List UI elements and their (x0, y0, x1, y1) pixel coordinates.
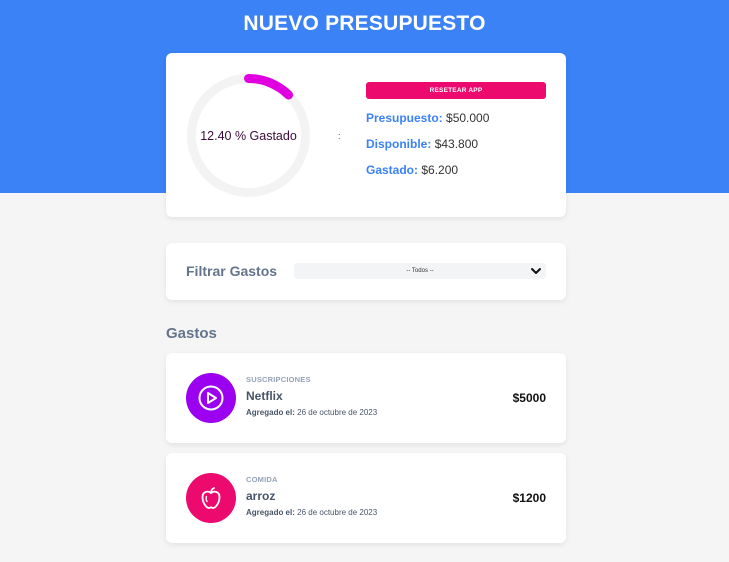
expense-item[interactable]: SUSCRIPCIONES Netflix Agregado el: 26 de… (166, 353, 566, 443)
reset-app-button[interactable]: RESETEAR APP (366, 82, 546, 99)
stat-disponible: Disponible: $43.800 (366, 137, 478, 151)
stat-presupuesto-label: Presupuesto: (366, 111, 443, 125)
stat-disponible-value: $43.800 (434, 137, 479, 151)
expense-name: Netflix (246, 389, 283, 403)
expense-amount: $5000 (512, 391, 546, 405)
expense-icon-circle (186, 473, 236, 523)
expense-date: Agregado el: 26 de octubre de 2023 (246, 408, 377, 417)
expense-category: SUSCRIPCIONES (246, 375, 311, 384)
expense-item[interactable]: COMIDA arroz Agregado el: 26 de octubre … (166, 453, 566, 543)
filter-select[interactable]: -- Todos -- (294, 263, 546, 279)
expense-date-label: Agregado el: (246, 408, 295, 417)
expense-date-value: 26 de octubre de 2023 (297, 508, 378, 517)
filter-selected-value: -- Todos -- (406, 268, 434, 274)
stat-presupuesto: Presupuesto: $50.000 (366, 111, 489, 125)
percent-spent-text: 12.40 % Gastado (200, 128, 297, 143)
chevron-down-icon (531, 268, 541, 274)
budget-progress-ring: 12.40 % Gastado (186, 73, 311, 198)
stat-disponible-label: Disponible: (366, 137, 432, 151)
expense-name: arroz (246, 489, 276, 503)
separator: : (338, 131, 341, 141)
app-title: NUEVO PRESUPUESTO (243, 12, 486, 35)
stat-presupuesto-value: $50.000 (446, 111, 490, 125)
expense-date-label: Agregado el: (246, 508, 295, 517)
expense-category: COMIDA (246, 475, 278, 484)
stat-gastado-value: $6.200 (421, 163, 459, 177)
apple-icon (201, 487, 221, 509)
expenses-title: Gastos (166, 325, 217, 342)
stat-gastado-label: Gastado: (366, 163, 419, 177)
filter-card: Filtrar Gastos -- Todos -- (166, 243, 566, 300)
expense-icon-circle (186, 373, 236, 423)
filter-label: Filtrar Gastos (186, 263, 278, 279)
expense-date: Agregado el: 26 de octubre de 2023 (246, 508, 377, 517)
play-icon (198, 385, 224, 411)
stat-gastado: Gastado: $6.200 (366, 163, 458, 177)
budget-card: 12.40 % Gastado : RESETEAR APP Presupues… (166, 53, 566, 217)
expense-amount: $1200 (512, 491, 546, 505)
expense-date-value: 26 de octubre de 2023 (297, 408, 378, 417)
